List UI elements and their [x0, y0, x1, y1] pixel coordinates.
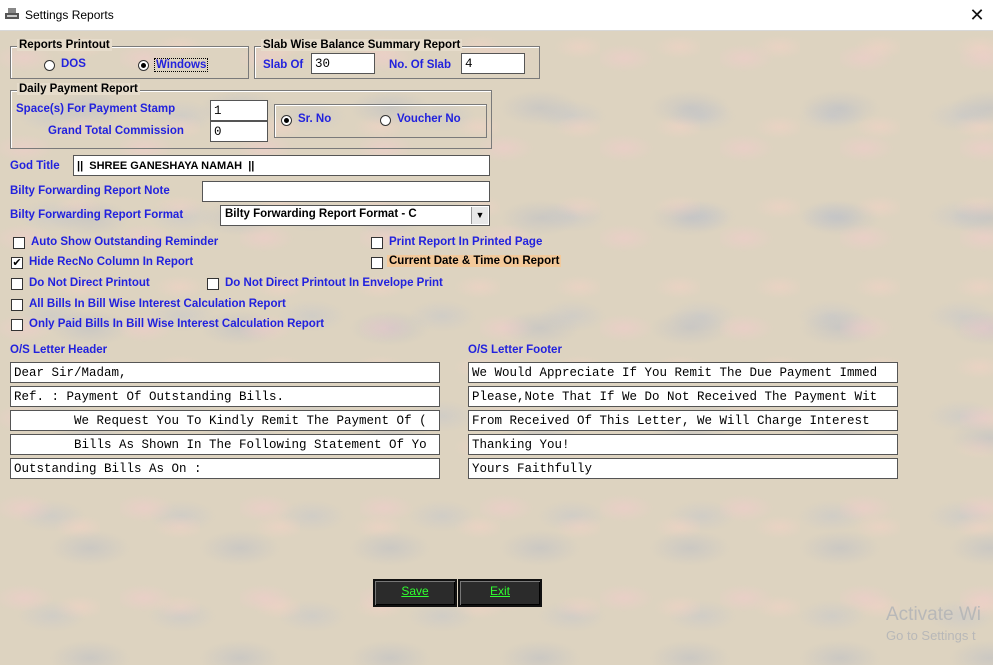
letter-footer-line-5[interactable]: Yours Faithfully [468, 458, 898, 479]
letter-header-line-3[interactable]: We Request You To Kindly Remit The Payme… [10, 410, 440, 431]
letter-header-label: O/S Letter Header [10, 344, 108, 356]
checkbox-only-paid-bills[interactable] [11, 319, 23, 331]
letter-footer-line-2[interactable]: Please,Note That If We Do Not Received T… [468, 386, 898, 407]
reports-printout-group: Reports Printout DOS Windows [10, 39, 249, 79]
bilty-note-input[interactable] [202, 181, 490, 202]
grand-commission-input[interactable]: 0 [210, 121, 268, 142]
letter-footer-line-3[interactable]: From Received Of This Letter, We Will Ch… [468, 410, 898, 431]
checkbox-current-date-time[interactable] [371, 257, 383, 269]
window-title: Settings Reports [25, 8, 114, 22]
app-icon [4, 7, 20, 26]
letter-header-line-4[interactable]: Bills As Shown In The Following Statemen… [10, 434, 440, 455]
bilty-format-value: Bilty Forwarding Report Format - C [225, 208, 417, 220]
no-of-slab-label: No. Of Slab [389, 59, 451, 71]
bilty-note-label: Bilty Forwarding Report Note [10, 185, 170, 197]
activation-watermark-subtitle: Go to Settings t [886, 628, 976, 643]
checkbox-no-direct-printout[interactable] [11, 278, 23, 290]
activation-watermark-title: Activate Wi [886, 604, 982, 625]
bilty-format-select[interactable]: Bilty Forwarding Report Format - C ▼ [220, 205, 490, 226]
radio-windows[interactable] [138, 60, 149, 71]
radio-dos-label: DOS [61, 58, 86, 70]
radio-sr-no-label: Sr. No [298, 113, 332, 125]
slab-group: Slab Wise Balance Summary Report Slab Of… [254, 39, 540, 79]
letter-footer-line-1[interactable]: We Would Appreciate If You Remit The Due… [468, 362, 898, 383]
checkbox-no-direct-printout-label: Do Not Direct Printout [29, 277, 150, 289]
checkbox-no-direct-envelope[interactable] [207, 278, 219, 290]
exit-button[interactable]: Exit [458, 579, 542, 607]
chevron-down-icon[interactable]: ▼ [471, 207, 488, 224]
save-button[interactable]: Save [373, 579, 457, 607]
god-title-label: God Title [10, 160, 60, 172]
checkbox-current-date-time-label: Current Date & Time On Report [387, 255, 562, 267]
checkbox-auto-show-reminder-label: Auto Show Outstanding Reminder [31, 236, 219, 248]
space-stamp-input[interactable]: 1 [210, 100, 268, 121]
space-stamp-label: Space(s) For Payment Stamp [16, 103, 176, 115]
close-icon: ✕ [969, 5, 985, 25]
bilty-format-label: Bilty Forwarding Report Format [10, 209, 184, 221]
checkbox-hide-recno-label: Hide RecNo Column In Report [29, 256, 194, 268]
radio-voucher-no[interactable] [380, 115, 391, 126]
slab-of-input[interactable]: 30 [311, 53, 375, 74]
radio-windows-label: Windows [154, 58, 209, 72]
checkbox-all-bills-interest-label: All Bills In Bill Wise Interest Calculat… [29, 298, 286, 310]
letter-footer-line-4[interactable]: Thanking You! [468, 434, 898, 455]
god-title-input[interactable]: || SHREE GANESHAYA NAMAH || [73, 155, 490, 176]
serial-option-group: Sr. No Voucher No [274, 104, 487, 138]
daily-payment-title: Daily Payment Report [17, 83, 140, 95]
slab-title: Slab Wise Balance Summary Report [261, 39, 463, 51]
checkbox-auto-show-reminder[interactable] [13, 237, 25, 249]
letter-header-line-2[interactable]: Ref. : Payment Of Outstanding Bills. [10, 386, 440, 407]
radio-dos[interactable] [44, 60, 55, 71]
checkbox-only-paid-bills-label: Only Paid Bills In Bill Wise Interest Ca… [29, 318, 325, 330]
reports-printout-title: Reports Printout [17, 39, 112, 51]
letter-header-line-5[interactable]: Outstanding Bills As On : [10, 458, 440, 479]
no-of-slab-input[interactable]: 4 [461, 53, 525, 74]
settings-panel: Reports Printout DOS Windows Slab Wise B… [0, 31, 993, 665]
slab-of-label: Slab Of [263, 59, 304, 71]
letter-header-line-1[interactable]: Dear Sir/Madam, [10, 362, 440, 383]
title-bar: Settings Reports ✕ [0, 0, 993, 31]
checkbox-print-printed-page-label: Print Report In Printed Page [389, 236, 543, 248]
letter-footer-label: O/S Letter Footer [468, 344, 562, 356]
radio-sr-no[interactable] [281, 115, 292, 126]
checkbox-print-printed-page[interactable] [371, 237, 383, 249]
close-button[interactable]: ✕ [965, 3, 989, 27]
grand-commission-label: Grand Total Commission [48, 125, 184, 137]
checkbox-all-bills-interest[interactable] [11, 299, 23, 311]
daily-payment-group: Daily Payment Report Space(s) For Paymen… [10, 83, 492, 149]
checkbox-hide-recno[interactable]: ✔ [11, 257, 23, 269]
checkbox-no-direct-envelope-label: Do Not Direct Printout In Envelope Print [225, 277, 443, 289]
radio-voucher-no-label: Voucher No [397, 113, 461, 125]
